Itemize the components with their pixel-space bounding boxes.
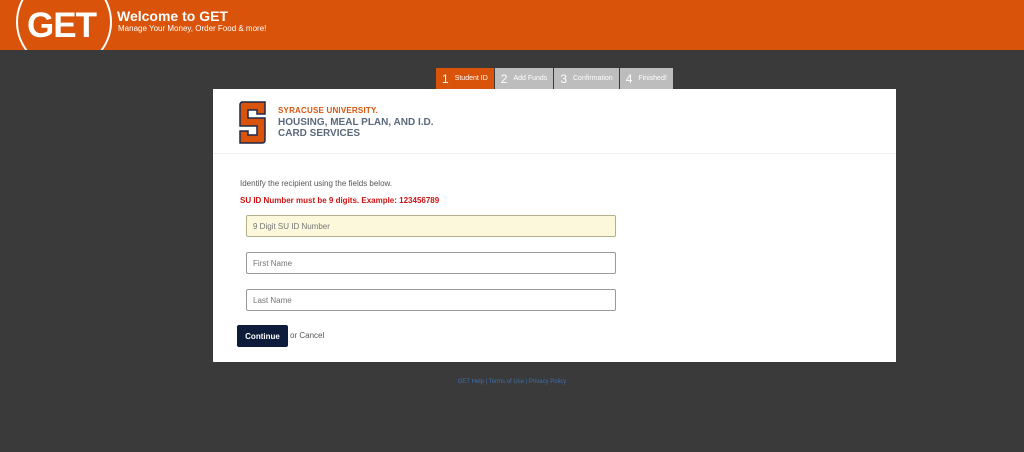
continue-button[interactable]: Continue [237, 325, 288, 347]
step-number: 2 [500, 71, 508, 86]
syracuse-s-logo-icon [239, 101, 266, 144]
step-progress: 1 Student ID 2 Add Funds 3 Confirmation … [436, 68, 673, 89]
su-id-input[interactable] [246, 215, 616, 237]
step-label: Add Funds [513, 75, 548, 82]
step-finished: 4 Finished! [619, 68, 673, 89]
footer-links: GET Help | Terms of Use | Privacy Policy [0, 379, 1024, 385]
cancel-wrap: or Cancel [290, 331, 324, 340]
department-name: HOUSING, MEAL PLAN, AND I.D. CARD SERVIC… [278, 117, 434, 139]
step-number: 4 [625, 71, 633, 86]
get-help-link[interactable]: GET Help [458, 379, 484, 385]
terms-of-use-link[interactable]: Terms of Use [489, 379, 524, 385]
privacy-policy-link[interactable]: Privacy Policy [529, 379, 566, 385]
last-name-input[interactable] [246, 289, 616, 311]
header-subtitle: Manage Your Money, Order Food & more! [118, 24, 267, 33]
divider [213, 153, 896, 154]
university-name: SYRACUSE UNIVERSITY. [278, 106, 379, 115]
get-logo-text[interactable]: GET [27, 6, 97, 46]
footer-separator: | [485, 379, 488, 385]
step-number: 1 [442, 71, 449, 86]
step-confirmation: 3 Confirmation [554, 68, 619, 89]
first-name-input[interactable] [246, 252, 616, 274]
header-title: Welcome to GET [117, 8, 228, 24]
step-label: Finished! [638, 75, 667, 82]
step-label: Student ID [454, 75, 488, 82]
cancel-link[interactable]: Cancel [299, 331, 324, 340]
step-add-funds: 2 Add Funds [494, 68, 554, 89]
step-student-id: 1 Student ID [436, 68, 494, 89]
step-label: Confirmation [573, 75, 613, 82]
step-number: 3 [560, 71, 567, 86]
or-text: or [290, 331, 298, 340]
app-header: GET Welcome to GET Manage Your Money, Or… [0, 0, 1024, 50]
validation-error: SU ID Number must be 9 digits. Example: … [240, 196, 440, 205]
footer-separator: | [525, 379, 528, 385]
instructions-text: Identify the recipient using the fields … [240, 179, 393, 188]
form-card: SYRACUSE UNIVERSITY. HOUSING, MEAL PLAN,… [213, 89, 896, 362]
